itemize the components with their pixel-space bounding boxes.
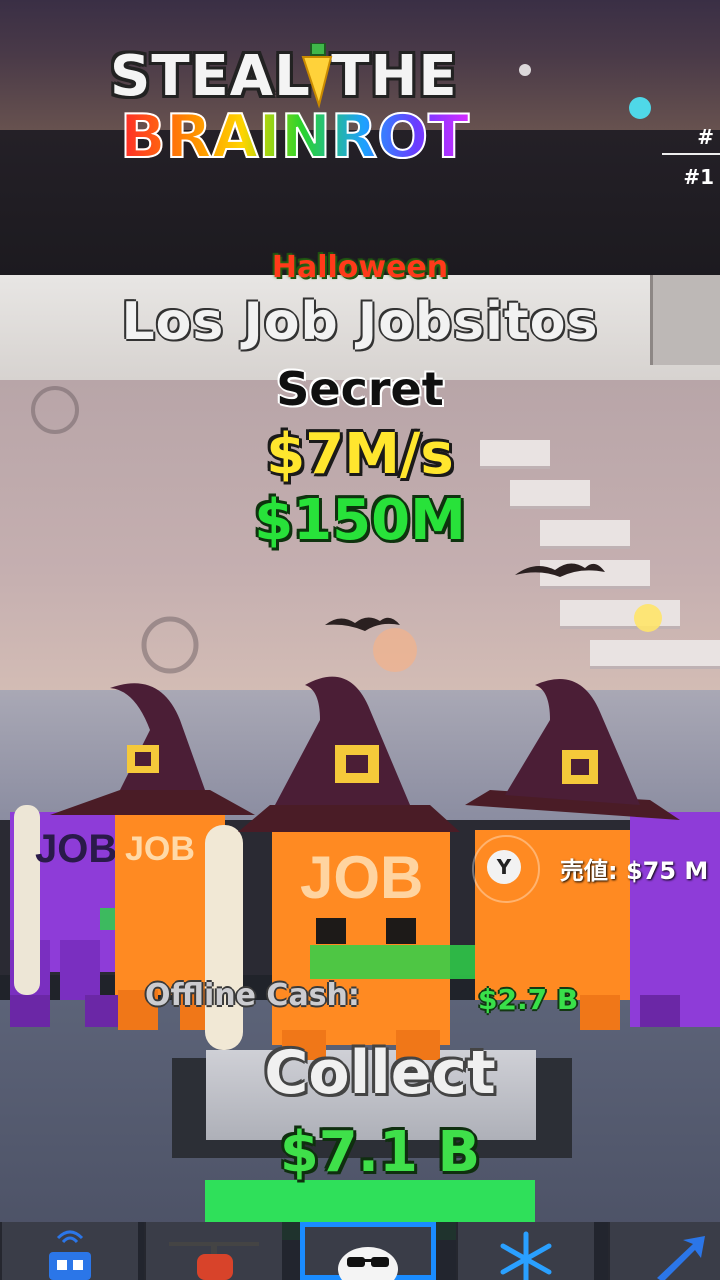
income-rate: $7M/s <box>266 422 454 487</box>
collect-value: $7.1 B <box>279 1120 481 1185</box>
price-label: $150M <box>254 488 466 553</box>
offline-cash-label: Offline Cash: <box>145 978 360 1013</box>
collect-label[interactable]: Collect <box>0 1038 720 1108</box>
hotbar-slot-4[interactable] <box>456 1222 594 1280</box>
sunglasses-ghost-icon <box>338 1247 398 1280</box>
hotbar-slot-1[interactable] <box>0 1222 138 1280</box>
svg-text:JOB: JOB <box>125 830 195 868</box>
offline-cash-value: $2.7 B <box>478 983 579 1016</box>
rarity-label: Secret <box>276 362 444 416</box>
leaderboard-divider <box>662 153 720 155</box>
game-scene: JOB JOB JOB STEAL THE BRAINROT # #1 Hall… <box>0 0 720 1280</box>
svg-text:JOB: JOB <box>35 827 117 871</box>
sell-prompt[interactable]: Y 売値: $75 M <box>472 835 712 903</box>
sell-key-button[interactable]: Y <box>487 850 521 884</box>
arrow-icon <box>657 1236 705 1280</box>
game-logo: STEAL THE BRAINROT <box>110 43 470 175</box>
carrot-icon <box>301 43 333 109</box>
leaderboard-header: # <box>697 125 714 149</box>
logo-line2: BRAINROT <box>119 102 470 172</box>
sell-price-label: 売値: $75 M <box>560 857 709 885</box>
event-tag: Halloween <box>271 250 449 285</box>
brainrot-name: Los Job Jobsitos <box>121 292 599 352</box>
leaderboard-rank: #1 <box>683 165 714 189</box>
svg-text:JOB: JOB <box>300 844 423 911</box>
robot-remote-icon <box>49 1230 91 1280</box>
hotbar-slot-2[interactable] <box>144 1222 282 1280</box>
hotbar <box>0 1222 720 1280</box>
snowflake-icon <box>500 1231 552 1280</box>
hotbar-slot-5[interactable] <box>608 1222 720 1280</box>
helicopter-icon <box>169 1242 259 1280</box>
logo-line1: STEAL THE <box>110 44 458 109</box>
hotbar-slot-3[interactable] <box>300 1222 436 1280</box>
